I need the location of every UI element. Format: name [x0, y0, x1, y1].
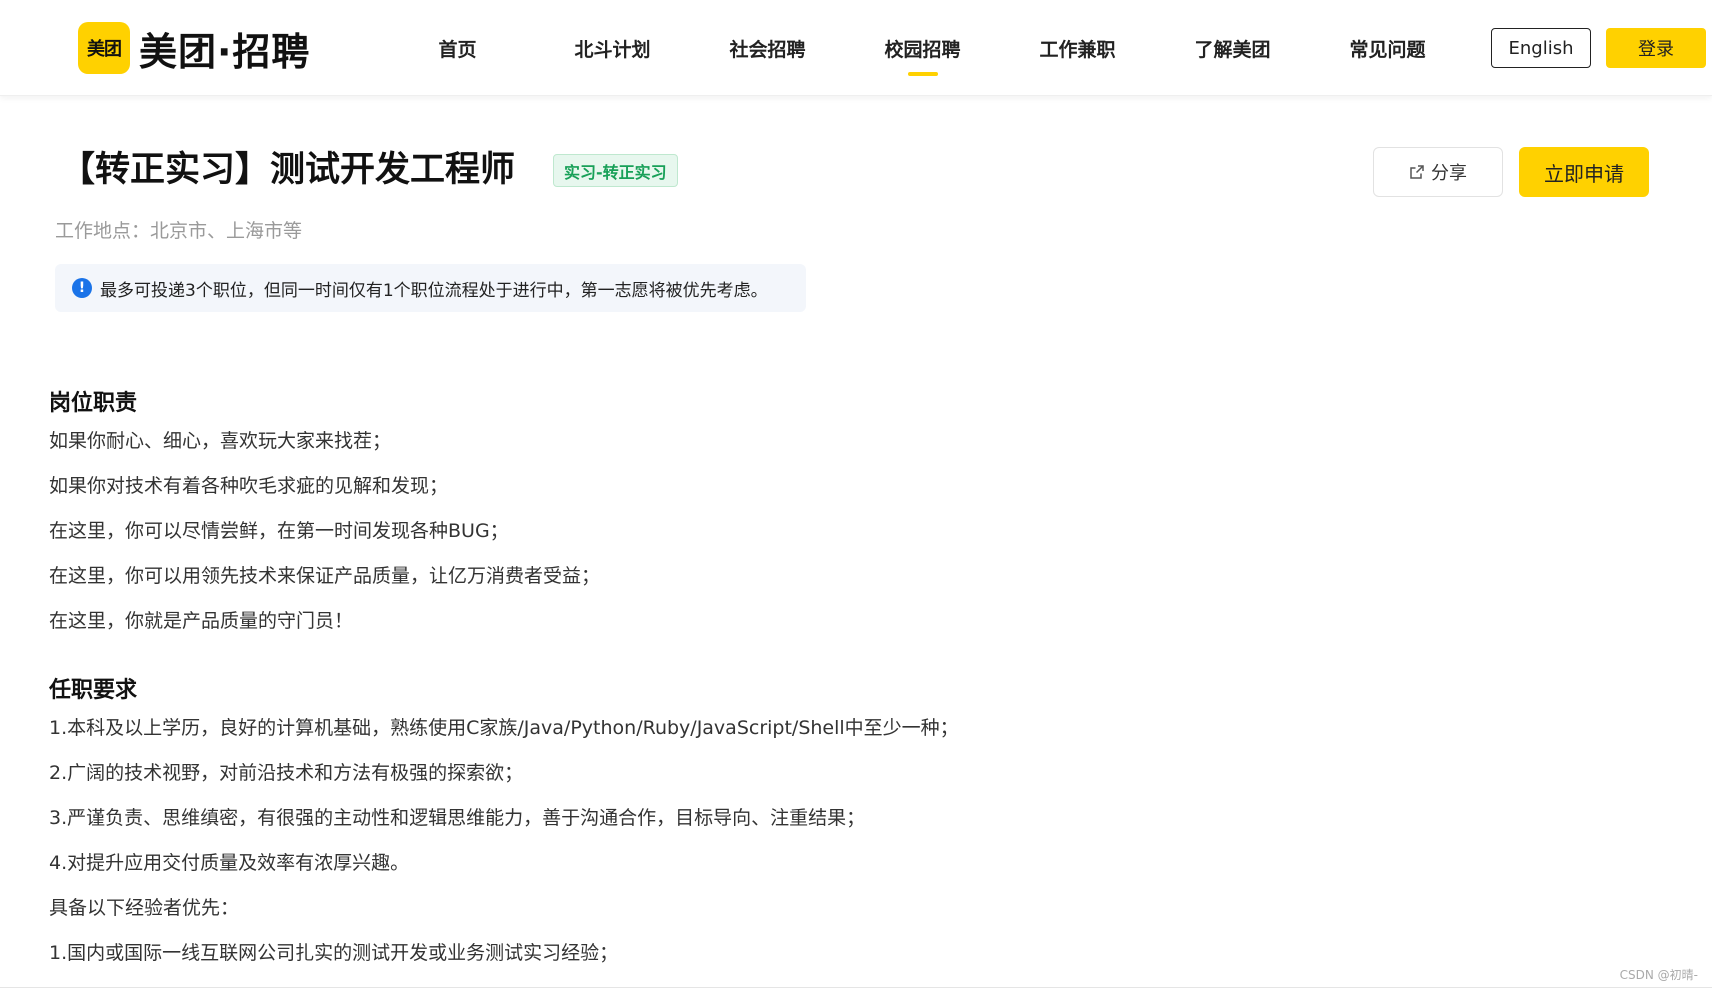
main-nav: 首页 北斗计划 社会招聘 校园招聘 工作兼职 了解美团 常见问题 [380, 0, 1465, 96]
logo-text: 美团·招聘 [139, 29, 311, 74]
watermark: CSDN @初晴- [1619, 968, 1698, 982]
list-item: 具备以下经验者优先： [49, 897, 240, 919]
requirements-list: 1.本科及以上学历，良好的计算机基础，熟练使用C家族/Java/Python/R… [49, 706, 1149, 976]
nav-item-social-recruit[interactable]: 社会招聘 [690, 0, 845, 96]
list-item: 在这里，你可以尽情尝鲜，在第一时间发现各种BUG； [49, 520, 509, 542]
logo-badge: 美团 [78, 22, 130, 74]
list-item: 如果你对技术有着各种吹毛求疵的见解和发现； [49, 475, 449, 497]
job-location: 工作地点：北京市、上海市等 [55, 220, 303, 242]
list-item: 3.严谨负责、思维缜密，有很强的主动性和逻辑思维能力，善于沟通合作，目标导向、注… [49, 807, 866, 829]
nav-item-beidou[interactable]: 北斗计划 [535, 0, 690, 96]
list-item: 1.国内或国际一线互联网公司扎实的测试开发或业务测试实习经验； [49, 942, 619, 964]
nav-item-faq[interactable]: 常见问题 [1310, 0, 1465, 96]
list-item: 2.广阔的技术视野，对前沿技术和方法有极强的探索欲； [49, 762, 524, 784]
english-button[interactable]: English [1491, 28, 1591, 68]
list-item: 在这里，你就是产品质量的守门员！ [49, 610, 354, 632]
nav-item-campus-recruit[interactable]: 校园招聘 [845, 0, 1000, 96]
responsibilities-list: 如果你耐心、细心，喜欢玩大家来找茬； 如果你对技术有着各种吹毛求疵的见解和发现；… [49, 419, 1149, 644]
list-item: 在这里，你可以用领先技术来保证产品质量，让亿万消费者受益； [49, 565, 601, 587]
top-header: 美团 美团·招聘 首页 北斗计划 社会招聘 校园招聘 工作兼职 了解美团 常见问… [0, 0, 1712, 96]
list-item: 1.本科及以上学历，良好的计算机基础，熟练使用C家族/Java/Python/R… [49, 717, 959, 739]
login-button[interactable]: 登录 [1606, 28, 1706, 68]
list-item: 4.对提升应用交付质量及效率有浓厚兴趣。 [49, 852, 410, 874]
site-logo[interactable]: 美团 美团·招聘 [78, 22, 310, 74]
nav-item-home[interactable]: 首页 [380, 0, 535, 96]
requirements-heading: 任职要求 [49, 678, 138, 703]
list-item: 如果你耐心、细心，喜欢玩大家来找茬； [49, 430, 392, 452]
nav-item-part-time[interactable]: 工作兼职 [1000, 0, 1155, 96]
share-icon [1409, 164, 1425, 180]
share-button[interactable]: 分享 [1373, 147, 1503, 197]
info-icon: ! [72, 278, 92, 298]
responsibilities-heading: 岗位职责 [49, 391, 138, 416]
job-type-badge: 实习-转正实习 [553, 154, 678, 187]
apply-now-button[interactable]: 立即申请 [1519, 147, 1649, 197]
nav-item-about[interactable]: 了解美团 [1155, 0, 1310, 96]
job-title: 【转正实习】测试开发工程师 [60, 150, 516, 190]
application-notice: ! 最多可投递3个职位，但同一时间仅有1个职位流程处于进行中，第一志愿将被优先考… [55, 264, 806, 312]
share-label: 分享 [1431, 163, 1467, 184]
notice-text: 最多可投递3个职位，但同一时间仅有1个职位流程处于进行中，第一志愿将被优先考虑。 [100, 280, 768, 301]
footer-divider [0, 987, 1712, 988]
